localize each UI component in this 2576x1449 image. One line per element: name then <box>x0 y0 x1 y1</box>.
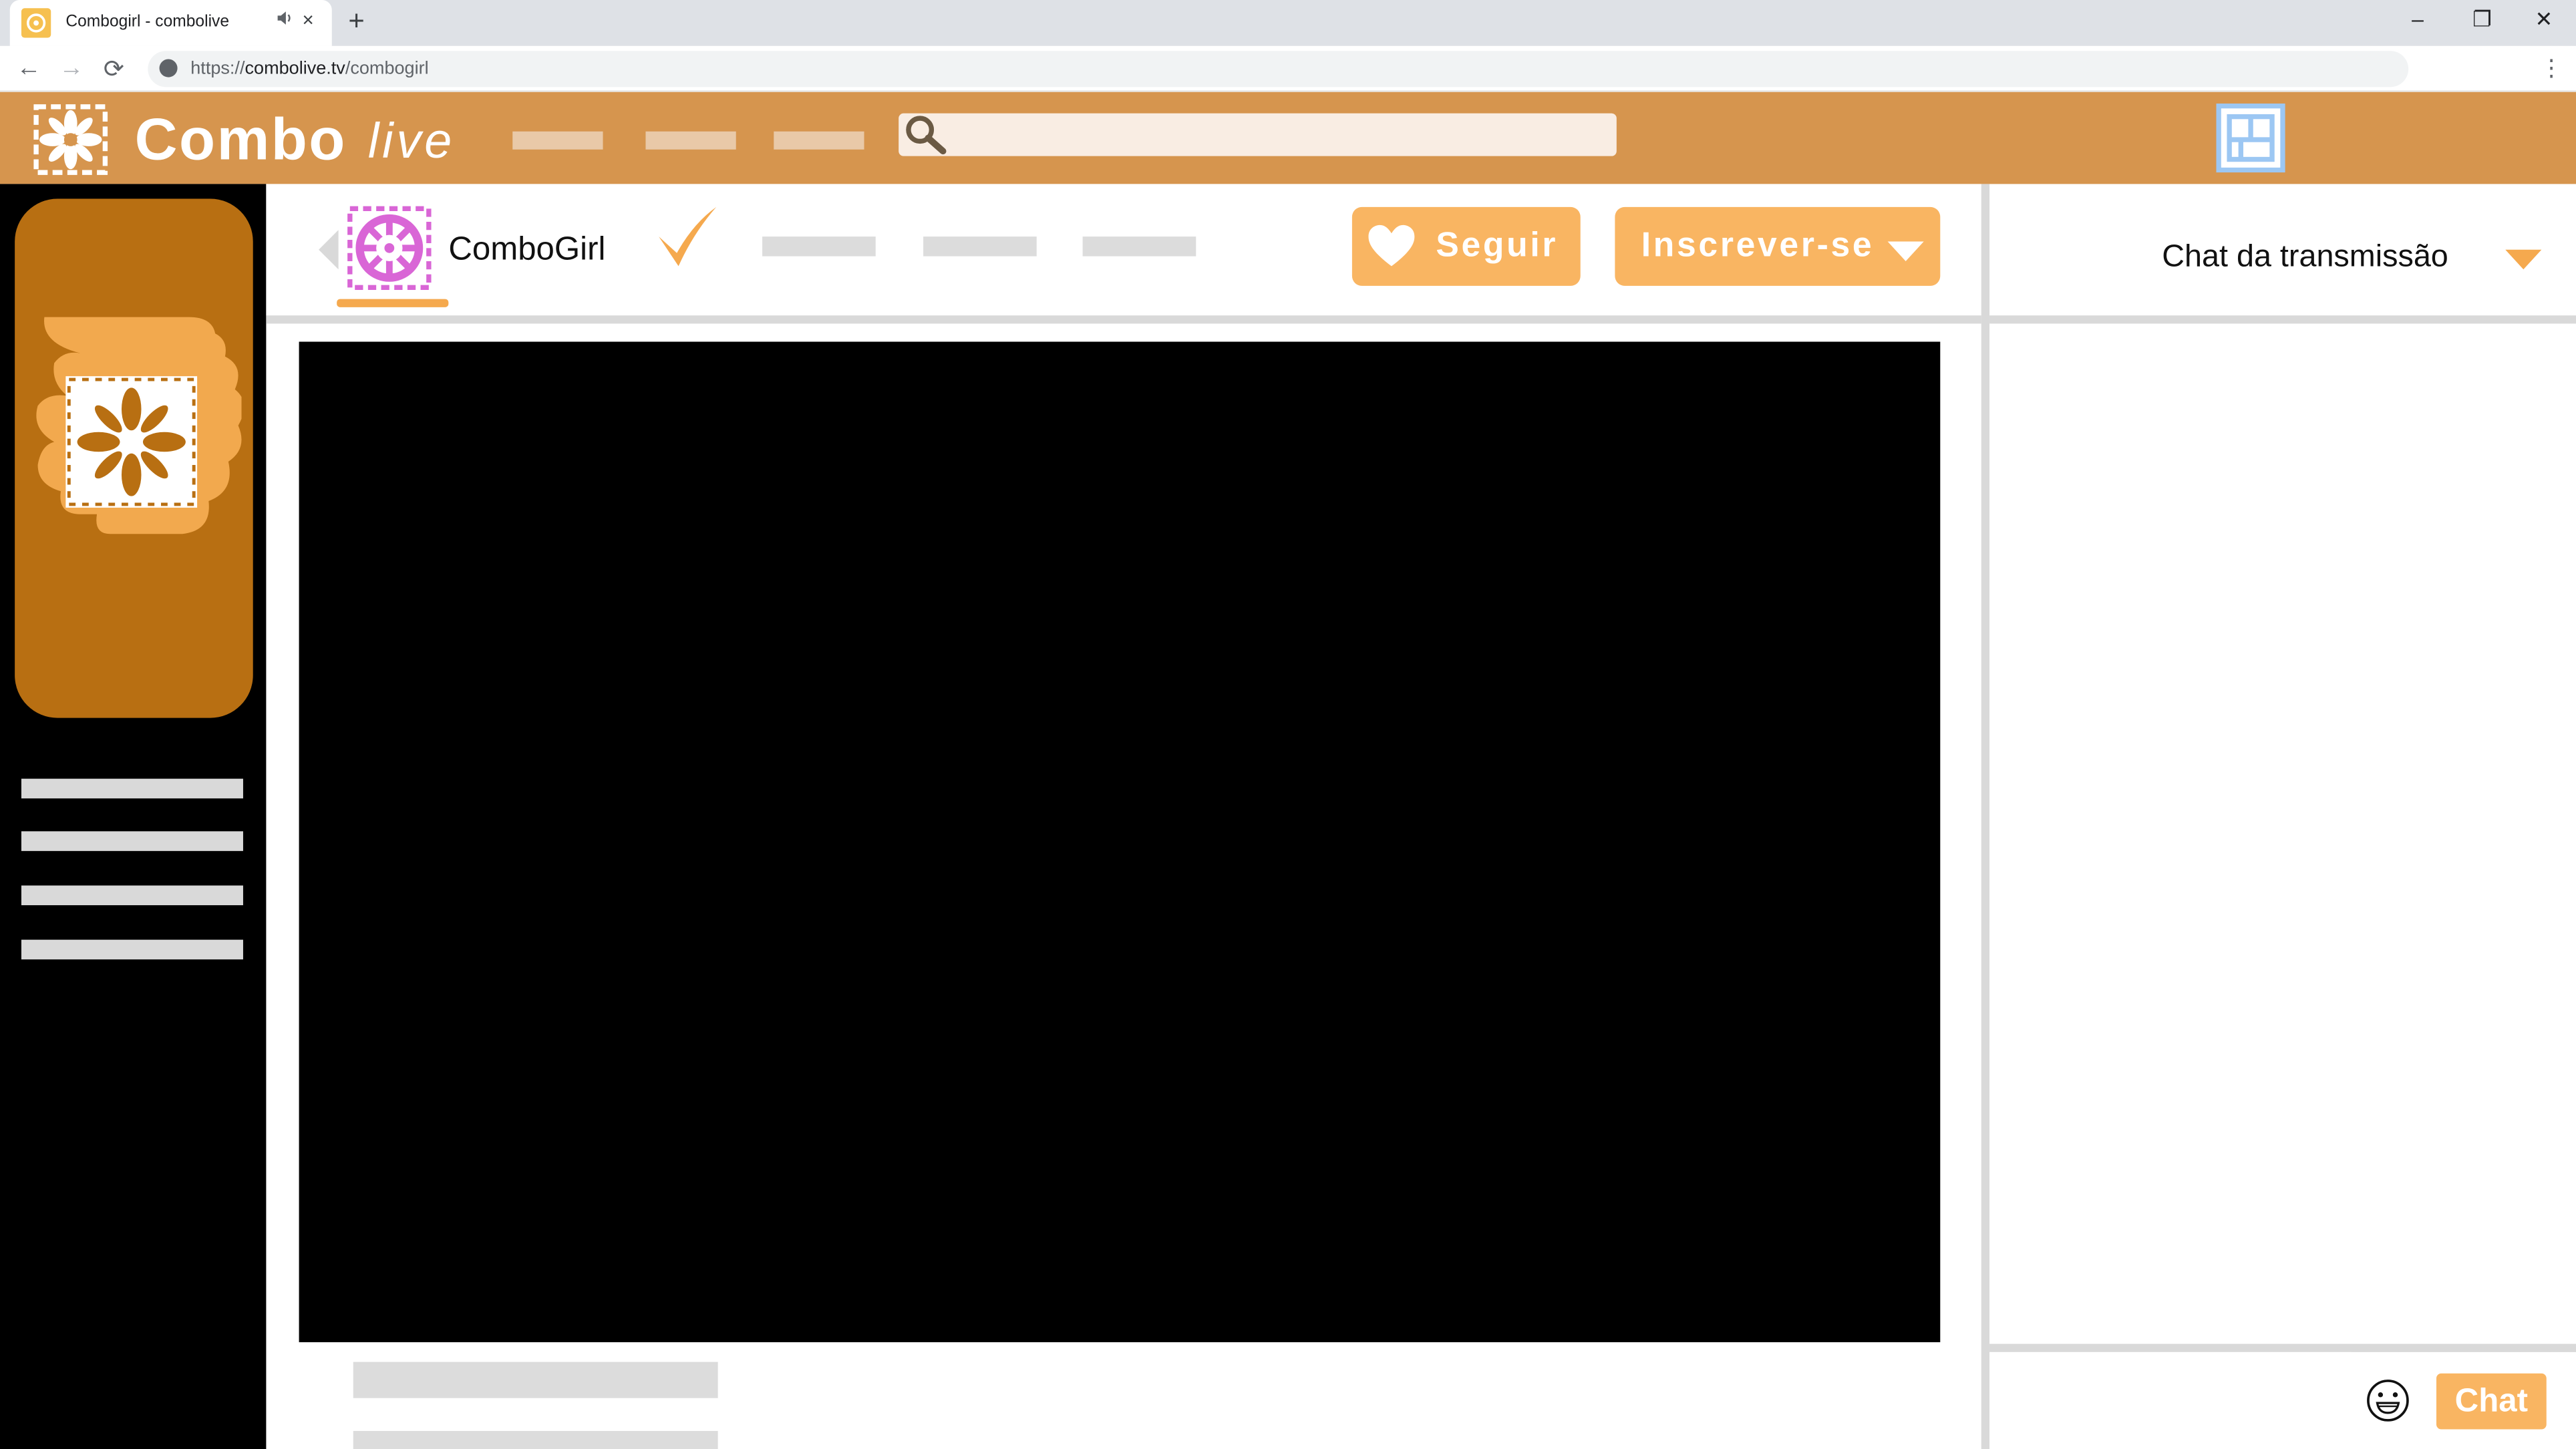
sidebar-item-4[interactable] <box>21 939 243 960</box>
stream-title-placeholder <box>353 1361 718 1398</box>
stream-info-placeholder <box>353 1430 718 1449</box>
minimize-icon[interactable]: – <box>2412 7 2424 31</box>
chat-collapse-icon[interactable] <box>2505 249 2542 270</box>
browser-tab[interactable]: Combogirl - combolive × <box>9 0 332 46</box>
divider <box>1989 1343 2576 1352</box>
close-window-icon[interactable]: ✕ <box>2535 7 2553 33</box>
forward-icon[interactable]: → <box>59 54 84 82</box>
back-icon[interactable]: ← <box>17 54 41 82</box>
search-input[interactable] <box>899 113 1617 156</box>
logo-text-live[interactable]: live <box>368 115 455 171</box>
browser-tab-strip: Combogirl - combolive × + – ❐ ✕ <box>0 0 2576 46</box>
emoji-icon[interactable] <box>2366 1378 2410 1422</box>
url-text: https://combolive.tv/combogirl <box>190 59 429 79</box>
channel-tab-2[interactable] <box>923 236 1037 257</box>
tab-title: Combogirl - combolive <box>65 13 230 31</box>
channel-name[interactable]: ComboGirl <box>448 232 605 270</box>
divider <box>266 315 1981 324</box>
banner-logo-icon <box>31 311 245 540</box>
chevron-down-icon <box>1887 241 1924 262</box>
site-header: Combo live <box>0 92 2576 184</box>
sidebar-item-2[interactable] <box>21 831 243 851</box>
subscribe-label: Inscrever-se <box>1641 226 1875 265</box>
verified-check-icon <box>654 204 723 269</box>
sidebar-item-1[interactable] <box>21 778 243 799</box>
logo-text-combo[interactable]: Combo <box>135 105 347 174</box>
channel-tab-3[interactable] <box>1082 236 1196 257</box>
restore-icon[interactable]: ❐ <box>2472 7 2492 33</box>
sidebar-item-3[interactable] <box>21 885 243 906</box>
sidebar <box>0 184 267 1449</box>
channel-tab-1[interactable] <box>762 236 876 257</box>
site-info-icon[interactable] <box>159 59 178 77</box>
follow-button[interactable]: Seguir <box>1351 206 1581 286</box>
panel-separator <box>1981 184 1990 1449</box>
favicon-icon <box>21 8 51 38</box>
chat-title: Chat da transmissão <box>2162 240 2448 275</box>
video-player[interactable] <box>299 341 1941 1343</box>
browser-menu-icon[interactable]: ⋮ <box>2540 54 2563 82</box>
channel-bar: ComboGirl Seguir Inscrever-se <box>266 184 1981 316</box>
address-bar-row: ← → ⟳ https://combolive.tv/combogirl ⋮ <box>0 45 2576 92</box>
subscribe-button[interactable]: Inscrever-se <box>1615 206 1941 286</box>
collapse-left-icon[interactable] <box>319 230 339 270</box>
chat-messages <box>1989 323 2576 1344</box>
nav-link-3[interactable] <box>774 131 864 150</box>
avatar-live-indicator <box>337 299 449 307</box>
sidebar-banner[interactable] <box>15 198 253 718</box>
tab-close-icon[interactable]: × <box>302 8 313 31</box>
channel-avatar[interactable] <box>347 205 432 291</box>
nav-link-1[interactable] <box>512 131 603 150</box>
new-tab-button[interactable]: + <box>348 5 364 37</box>
follow-label: Seguir <box>1436 226 1559 265</box>
divider <box>1989 315 2576 324</box>
logo-icon[interactable] <box>33 104 108 176</box>
nav-link-2[interactable] <box>645 131 736 150</box>
url-field[interactable]: https://combolive.tv/combogirl <box>148 51 2409 88</box>
user-profile-icon[interactable] <box>2216 103 2285 173</box>
chat-input[interactable] <box>1989 1351 2352 1449</box>
search-icon[interactable] <box>904 115 950 155</box>
reload-icon[interactable]: ⟳ <box>104 54 124 84</box>
chat-send-button[interactable]: Chat <box>2436 1373 2547 1430</box>
speaker-icon[interactable] <box>276 10 293 31</box>
heart-icon <box>1367 223 1416 269</box>
